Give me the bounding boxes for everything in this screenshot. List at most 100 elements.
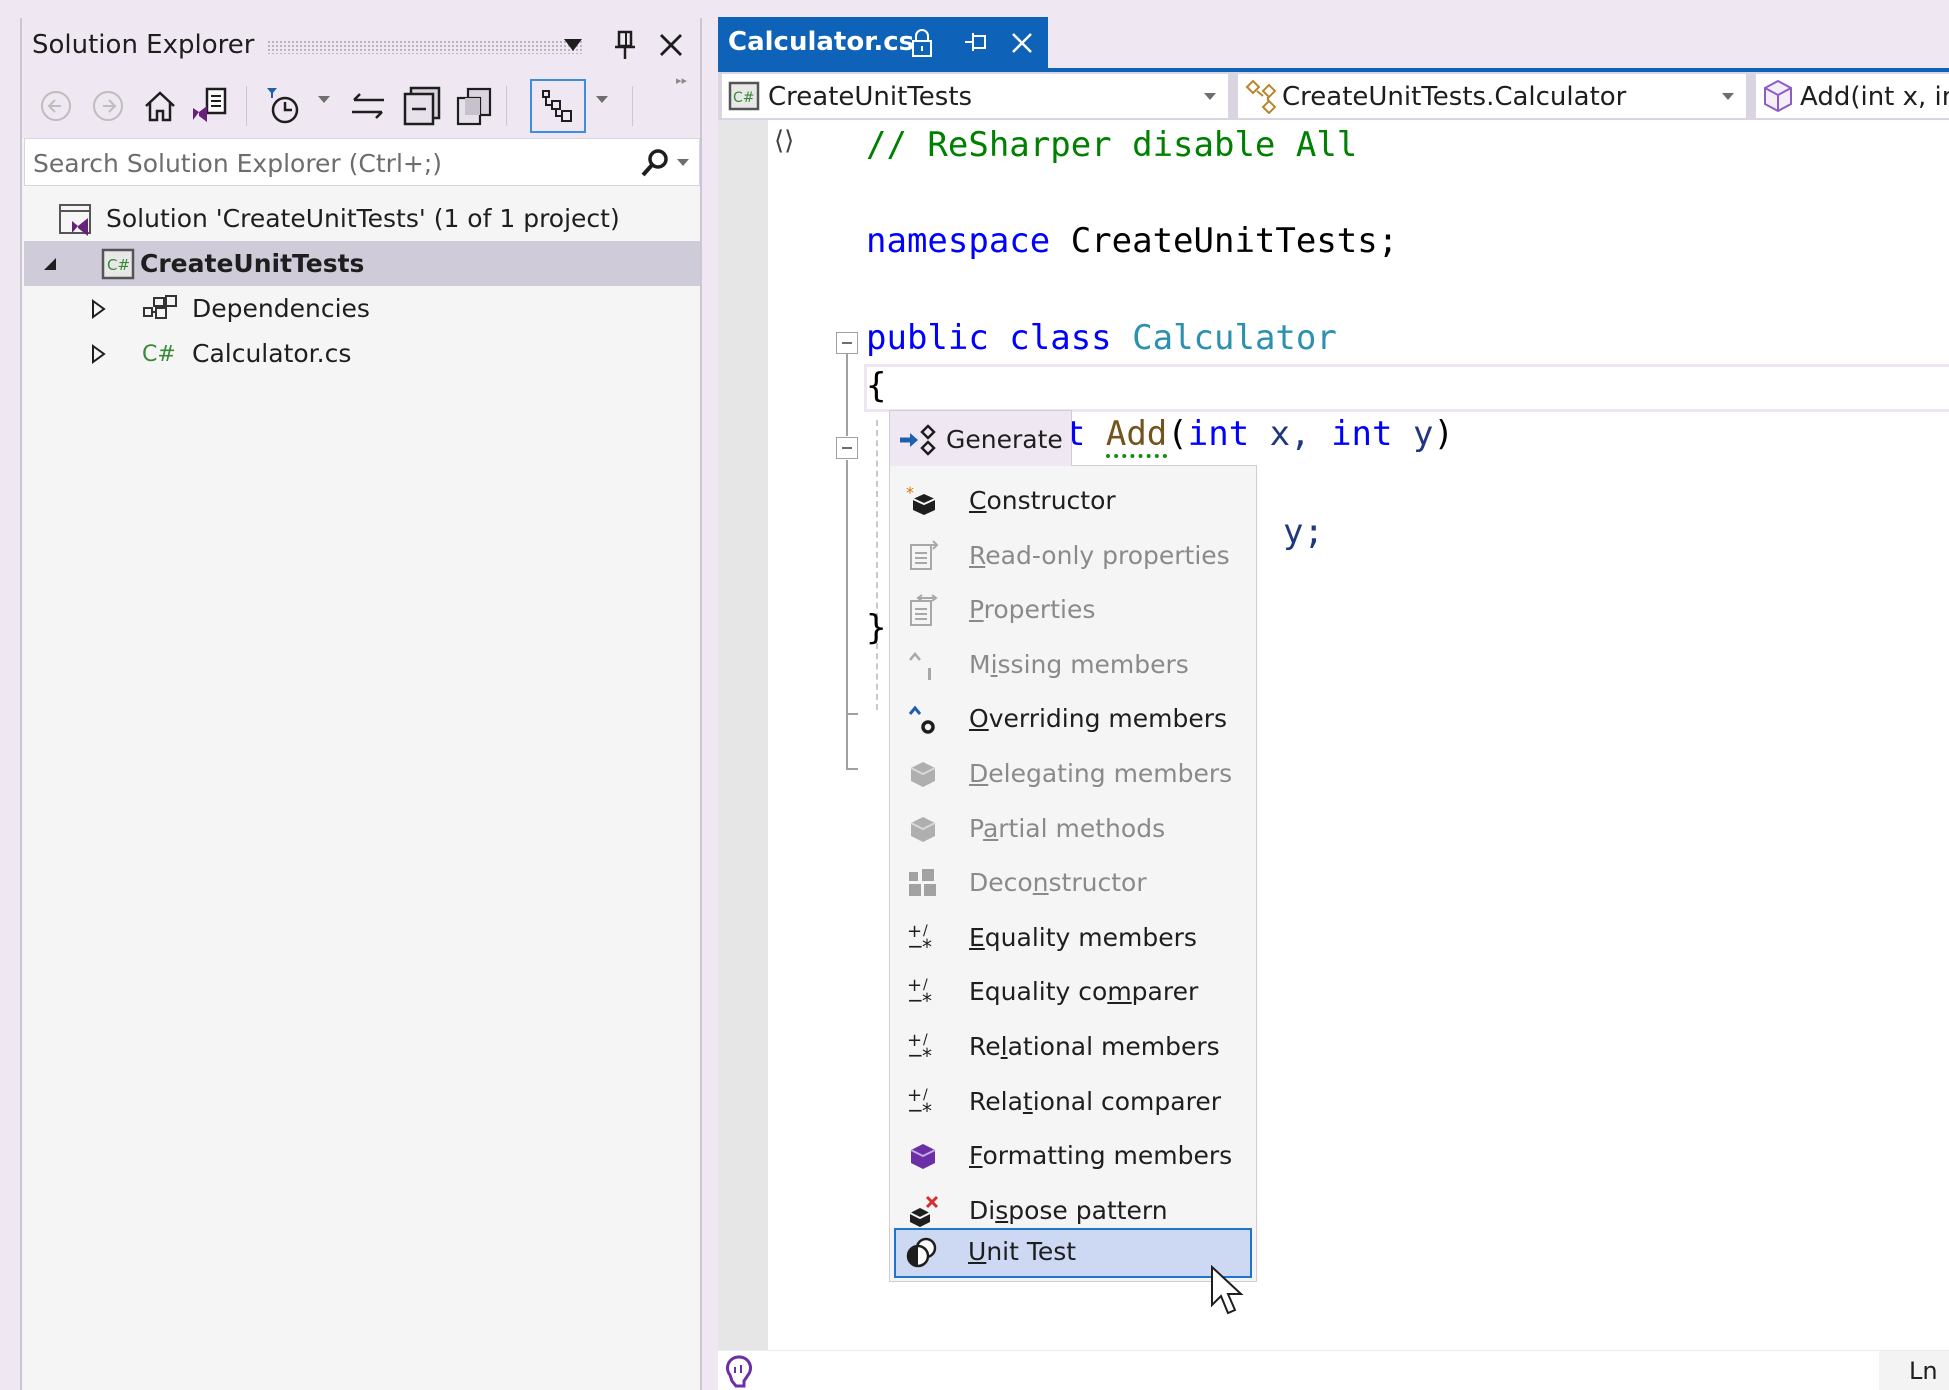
parameter: y; bbox=[1283, 512, 1324, 552]
collapsed-arrow-icon[interactable] bbox=[88, 343, 108, 364]
keyword: namespace bbox=[866, 221, 1051, 261]
overriding-members-icon bbox=[906, 702, 940, 736]
tree-item-dependencies[interactable]: Dependencies bbox=[24, 286, 700, 331]
access-key: m bbox=[1107, 977, 1132, 1007]
type-dropdown[interactable]: CreateUnitTests.Calculator bbox=[1238, 74, 1746, 118]
keyword: int bbox=[1331, 414, 1393, 454]
close-tab-button[interactable] bbox=[1006, 27, 1038, 59]
solution-explorer-panel: Solution Explorer ▸▸ Search Solution Exp… bbox=[20, 18, 702, 1390]
search-button[interactable] bbox=[639, 147, 671, 183]
menu-item-partial-methods[interactable]: Partial methods bbox=[894, 804, 1252, 854]
tab-label: Calculator.cs bbox=[728, 27, 915, 57]
menu-item-formatting-members[interactable]: Formatting members bbox=[894, 1131, 1252, 1181]
method-icon bbox=[1762, 79, 1794, 113]
sync-with-active-document-button[interactable] bbox=[346, 84, 390, 128]
tree-item-label: Dependencies bbox=[192, 294, 370, 323]
fold-guide bbox=[846, 713, 858, 715]
code-line-3: namespace CreateUnitTests; bbox=[866, 217, 1398, 265]
access-key: a bbox=[982, 813, 999, 843]
keyword: public class bbox=[866, 318, 1112, 358]
menu-item-read-only-properties[interactable]: Read-only properties bbox=[894, 531, 1252, 581]
collapse-all-button[interactable] bbox=[400, 84, 444, 128]
tree-item-calculator-cs[interactable]: C# Calculator.cs bbox=[24, 331, 700, 376]
menu-item-unit-test[interactable]: Unit Test bbox=[894, 1228, 1252, 1278]
menu-item-label: Relational members bbox=[969, 1032, 1220, 1061]
relational-members-icon: + − / * bbox=[906, 1030, 940, 1064]
menu-item-relational-comparer[interactable]: + − / * Relational comparer bbox=[894, 1077, 1252, 1127]
keyword: int bbox=[1187, 414, 1250, 454]
line-number-indicator: Ln bbox=[1879, 1351, 1949, 1390]
menu-item-equality-members[interactable]: + − / * Equality members bbox=[894, 913, 1252, 963]
pin-button[interactable] bbox=[608, 28, 642, 62]
tree-item-label: Solution 'CreateUnitTests' (1 of 1 proje… bbox=[106, 204, 620, 233]
code-line-11: } bbox=[866, 604, 886, 652]
tab-calculator-cs[interactable]: Calculator.cs bbox=[718, 17, 1048, 70]
panel-drag-grip[interactable] bbox=[267, 40, 582, 54]
show-all-files-icon bbox=[456, 87, 492, 126]
close-button[interactable] bbox=[654, 28, 688, 62]
tree-item-solution[interactable]: Solution 'CreateUnitTests' (1 of 1 proje… bbox=[24, 196, 700, 241]
paren: ) bbox=[1433, 414, 1454, 454]
solution-explorer-header: Solution Explorer bbox=[22, 18, 700, 74]
search-icon bbox=[641, 149, 668, 177]
show-all-files-button[interactable] bbox=[452, 84, 496, 128]
menu-item-label: Read-only properties bbox=[969, 540, 1230, 570]
solution-explorer-title: Solution Explorer bbox=[32, 30, 255, 60]
menu-item-deconstructor[interactable]: Deconstructor bbox=[894, 858, 1252, 908]
tree-item-label: Calculator.cs bbox=[192, 339, 352, 368]
member-dropdown[interactable]: Add(int x, in bbox=[1756, 74, 1949, 118]
svg-text:C#: C# bbox=[107, 256, 130, 274]
pending-changes-dropdown[interactable] bbox=[318, 96, 330, 103]
menu-item-constructor[interactable]: * Constructor bbox=[894, 476, 1252, 526]
svg-text:*: * bbox=[922, 935, 932, 955]
menu-item-delegating-members[interactable]: Delegating members bbox=[894, 749, 1252, 799]
menu-item-relational-members[interactable]: + − / * Relational members bbox=[894, 1022, 1252, 1072]
access-key: O bbox=[969, 704, 989, 734]
collapse-method-toggle[interactable] bbox=[836, 437, 858, 459]
collapsed-arrow-icon[interactable] bbox=[88, 298, 108, 319]
dependency-diagram-dropdown[interactable] bbox=[596, 96, 608, 103]
dispose-pattern-icon bbox=[906, 1194, 940, 1228]
parameter: y bbox=[1392, 414, 1434, 454]
generate-menu-title: Generate bbox=[946, 425, 1063, 454]
window-frame bbox=[0, 0, 20, 1390]
back-button[interactable] bbox=[34, 84, 78, 128]
tree-item-project[interactable]: C# CreateUnitTests bbox=[24, 241, 700, 286]
menu-item-overriding-members[interactable]: Overriding members bbox=[894, 694, 1252, 744]
expanded-arrow-icon[interactable] bbox=[40, 254, 60, 274]
pin-icon bbox=[615, 30, 635, 59]
paren: ( bbox=[1167, 414, 1188, 454]
menu-item-equality-comparer[interactable]: + − / * Equality comparer bbox=[894, 967, 1252, 1017]
equality-comparer-icon: + − / * bbox=[906, 975, 940, 1009]
window-position-dropdown-button[interactable] bbox=[556, 28, 590, 62]
document-tab-strip: Calculator.cs bbox=[718, 17, 1949, 70]
back-icon bbox=[41, 91, 71, 121]
resharper-status-button[interactable] bbox=[724, 1355, 754, 1390]
forward-icon bbox=[93, 91, 123, 121]
menu-item-properties[interactable]: Properties bbox=[894, 585, 1252, 635]
access-key: l bbox=[1000, 1032, 1008, 1061]
menu-item-label: Unit Test bbox=[968, 1237, 1077, 1266]
svg-text:*: * bbox=[906, 484, 914, 502]
dependency-diagram-button[interactable] bbox=[530, 79, 586, 133]
collapse-class-toggle[interactable] bbox=[836, 332, 858, 354]
partial-methods-icon bbox=[906, 812, 940, 846]
access-key: F bbox=[969, 1141, 983, 1171]
project-dropdown[interactable]: C# CreateUnitTests bbox=[722, 74, 1228, 118]
access-key: P bbox=[969, 595, 984, 625]
chevron-down-icon bbox=[1204, 93, 1216, 100]
search-options-dropdown[interactable] bbox=[677, 159, 689, 166]
home-button[interactable] bbox=[138, 84, 182, 128]
toolbar-overflow-button[interactable]: ▸▸ bbox=[676, 74, 687, 87]
switch-views-button[interactable] bbox=[188, 84, 232, 128]
method-name[interactable]: Add bbox=[1105, 414, 1168, 458]
pin-tab-button[interactable] bbox=[960, 27, 992, 59]
forward-button[interactable] bbox=[86, 84, 130, 128]
svg-text:*: * bbox=[922, 1044, 932, 1064]
search-input[interactable] bbox=[33, 145, 633, 181]
menu-item-label: Properties bbox=[969, 595, 1096, 625]
close-icon bbox=[660, 34, 682, 56]
missing-members-icon bbox=[906, 648, 940, 682]
menu-item-missing-members[interactable]: Missing members bbox=[894, 640, 1252, 690]
pending-changes-filter-button[interactable] bbox=[262, 84, 306, 128]
